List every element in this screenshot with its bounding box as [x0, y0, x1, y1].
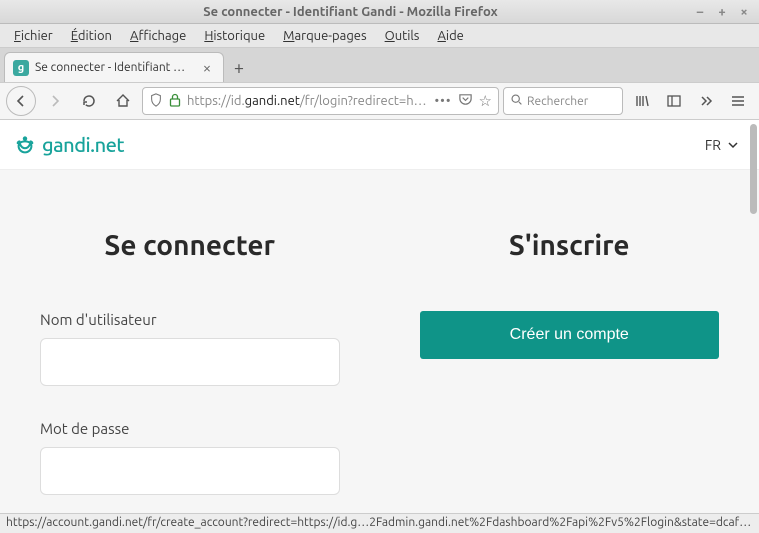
username-label: Nom d'utilisateur — [40, 311, 340, 328]
create-account-button[interactable]: Créer un compte — [420, 311, 720, 359]
sidebar-icon — [666, 93, 682, 109]
forward-button[interactable] — [40, 86, 70, 116]
brand[interactable]: gandi.net — [14, 133, 124, 156]
search-bar[interactable]: Rechercher — [503, 87, 623, 115]
library-icon — [634, 93, 650, 109]
chevron-down-icon — [727, 139, 739, 151]
overflow-button[interactable] — [691, 86, 721, 116]
chevron-double-right-icon — [698, 93, 714, 109]
bookmark-star-icon[interactable]: ☆ — [479, 92, 492, 110]
search-icon — [510, 93, 523, 109]
login-heading: Se connecter — [40, 230, 340, 261]
tab-close-button[interactable]: × — [199, 60, 215, 75]
page-body: Se connecter Nom d'utilisateur Mot de pa… — [0, 170, 759, 513]
reload-icon — [81, 93, 97, 109]
address-bar[interactable]: https://id.gandi.net/fr/login?redirect=h… — [142, 87, 499, 115]
tab-strip: g Se connecter - Identifiant Gandi × + — [0, 48, 759, 82]
page-viewport: gandi.net FR Se connecter Nom d'utilisat… — [0, 120, 759, 513]
menu-bar: Fichier Édition Affichage Historique Mar… — [0, 24, 759, 48]
url-text: https://id.gandi.net/fr/login?redirect=h… — [187, 94, 429, 108]
window-title: Se connecter - Identifiant Gandi - Mozil… — [8, 5, 693, 19]
lock-icon[interactable] — [169, 93, 181, 110]
back-button[interactable] — [6, 86, 36, 116]
arrow-right-icon — [47, 93, 63, 109]
menu-history[interactable]: Historique — [196, 27, 273, 45]
new-tab-button[interactable]: + — [224, 54, 254, 82]
sidebar-button[interactable] — [659, 86, 689, 116]
navigation-toolbar: https://id.gandi.net/fr/login?redirect=h… — [0, 82, 759, 120]
home-icon — [115, 93, 131, 109]
signup-heading: S'inscrire — [420, 230, 720, 261]
window-minimize-button[interactable]: – — [693, 5, 707, 19]
search-placeholder: Rechercher — [527, 95, 588, 108]
window-maximize-button[interactable]: + — [715, 5, 729, 19]
window-controls: – + × — [693, 5, 751, 19]
password-label: Mot de passe — [40, 420, 340, 437]
toolbar-right — [627, 86, 753, 116]
menu-tools[interactable]: Outils — [377, 27, 428, 45]
username-input[interactable] — [40, 338, 340, 386]
login-column: Se connecter Nom d'utilisateur Mot de pa… — [40, 230, 340, 513]
gandi-logo-icon — [14, 134, 36, 156]
status-bar: https://account.gandi.net/fr/create_acco… — [0, 513, 759, 533]
window-close-button[interactable]: × — [737, 5, 751, 19]
brand-name: gandi.net — [42, 133, 124, 156]
password-input[interactable] — [40, 447, 340, 495]
home-button[interactable] — [108, 86, 138, 116]
pocket-icon[interactable] — [458, 92, 473, 110]
tab-title: Se connecter - Identifiant Gandi — [35, 61, 193, 74]
reload-button[interactable] — [74, 86, 104, 116]
window-titlebar: Se connecter - Identifiant Gandi - Mozil… — [0, 0, 759, 24]
site-header: gandi.net FR — [0, 120, 759, 170]
menu-file[interactable]: Fichier — [6, 27, 61, 45]
arrow-left-icon — [13, 93, 29, 109]
menu-edit[interactable]: Édition — [63, 27, 120, 45]
menu-help[interactable]: Aide — [429, 27, 471, 45]
library-button[interactable] — [627, 86, 657, 116]
browser-tab[interactable]: g Se connecter - Identifiant Gandi × — [4, 52, 224, 82]
app-menu-button[interactable] — [723, 86, 753, 116]
language-switcher[interactable]: FR — [705, 137, 739, 153]
hamburger-icon — [730, 93, 746, 109]
language-label: FR — [705, 137, 721, 153]
status-url: https://account.gandi.net/fr/create_acco… — [6, 516, 759, 529]
gandi-favicon-icon: g — [13, 60, 29, 76]
menu-bookmarks[interactable]: Marque-pages — [275, 27, 374, 45]
tracking-shield-icon[interactable] — [149, 93, 163, 110]
page-actions-button[interactable]: ••• — [435, 94, 452, 108]
menu-view[interactable]: Affichage — [122, 27, 194, 45]
signup-column: S'inscrire Créer un compte — [420, 230, 720, 513]
